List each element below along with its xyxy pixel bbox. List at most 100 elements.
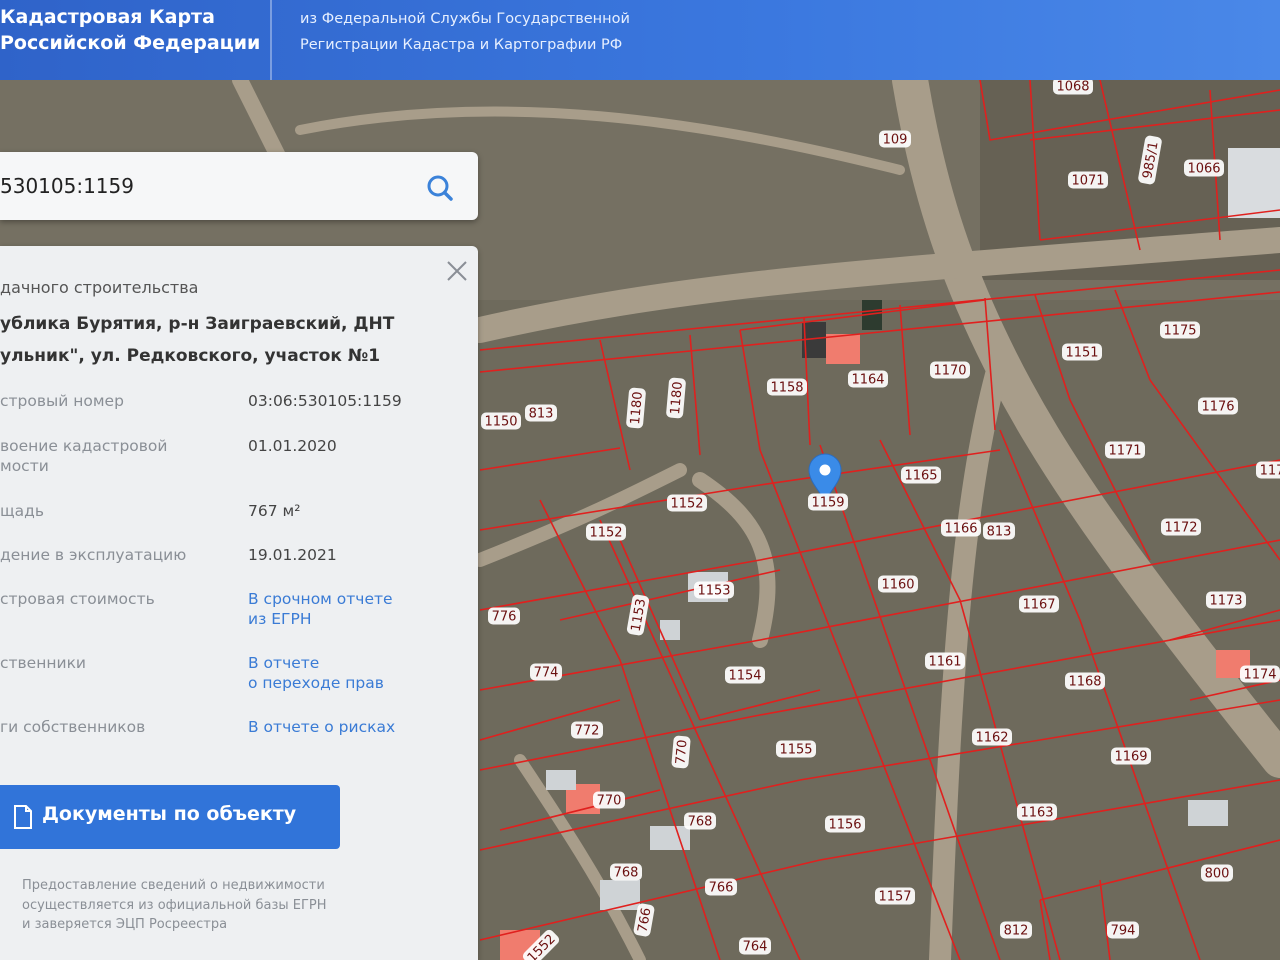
parcel-label-text: 1168 (1068, 675, 1101, 690)
parcel-label-text: 1156 (828, 818, 861, 833)
parcel-label[interactable]: 1164 (848, 370, 888, 388)
parcel-label-text: 1071 (1071, 174, 1104, 189)
parcel-label[interactable]: 1150 (481, 412, 521, 430)
document-icon (14, 805, 32, 829)
parcel-label-text: 800 (1205, 867, 1230, 882)
site-title[interactable]: Кадастровая Карта Российской Федерации (0, 4, 260, 56)
parcel-label[interactable]: 768 (610, 863, 642, 881)
row-label-cadastral-value: стровая стоимость (0, 590, 155, 608)
parcel-label[interactable]: 1174 (1240, 665, 1280, 683)
address-line1: ублика Бурятия, р-н Заиграевский, ДНТ (0, 314, 395, 334)
parcel-label[interactable]: 1171 (1105, 441, 1145, 459)
site-subtitle: из Федеральной Службы Государственной Ре… (300, 6, 630, 58)
search-box (0, 152, 478, 220)
row-label-assignment-date: воение кадастровой мости (0, 436, 230, 476)
cadastral-value-link-line2: из ЕГРН (248, 610, 312, 628)
parcel-label-text: 1175 (1163, 324, 1196, 339)
search-icon[interactable] (420, 170, 460, 206)
parcel-label[interactable]: 1153 (694, 581, 734, 599)
parcel-label-text: 1180 (628, 391, 646, 425)
parcel-label[interactable]: 1176 (1198, 397, 1238, 415)
parcel-label[interactable]: 1162 (972, 728, 1012, 746)
parcel-label[interactable]: 1152 (667, 494, 707, 512)
parcel-label-text: 1171 (1108, 444, 1141, 459)
parcel-label-text: 776 (492, 610, 517, 625)
row-label-owners: ственники (0, 654, 86, 672)
parcel-label-text: 764 (743, 940, 768, 955)
parcel-label-text: 1158 (770, 381, 803, 396)
row-label-cadastral-number: стровый номер (0, 392, 124, 410)
parcel-label[interactable]: 1167 (1019, 595, 1059, 613)
parcel-label[interactable]: 1161 (925, 652, 965, 670)
parcel-label-text: 772 (575, 724, 600, 739)
footnote-line3: и заверяется ЭЦП Росреестра (22, 917, 228, 932)
row-value-assignment-date: 01.01.2020 (248, 437, 337, 455)
owners-link-line2: о переходе прав (248, 674, 384, 692)
parcel-label[interactable]: 768 (684, 812, 716, 830)
parcel-label-text: 1155 (779, 743, 812, 758)
parcel-label-text: 1167 (1022, 598, 1055, 613)
parcel-label[interactable]: 117 (1256, 461, 1280, 479)
parcel-label-text: 794 (1111, 924, 1136, 939)
parcel-label[interactable]: 1168 (1065, 672, 1105, 690)
parcel-label[interactable]: 1170 (930, 361, 970, 379)
parcel-label[interactable]: 1151 (1062, 343, 1102, 361)
parcel-label[interactable]: 1160 (878, 575, 918, 593)
parcel-label[interactable]: 800 (1201, 864, 1233, 882)
parcel-label[interactable]: 1173 (1206, 591, 1246, 609)
parcel-label[interactable]: 1175 (1160, 321, 1200, 339)
cadastral-value-link-line1: В срочном отчете (248, 590, 393, 608)
parcel-label[interactable]: 1157 (875, 887, 915, 905)
parcel-label-text: 117 (1260, 464, 1280, 479)
parcel-label[interactable]: 1165 (901, 466, 941, 484)
parcel-label[interactable]: 770 (593, 791, 625, 809)
owners-link[interactable]: В отчете о переходе прав (248, 653, 468, 693)
parcel-label[interactable]: 812 (1000, 921, 1032, 939)
parcel-label[interactable]: 1155 (776, 740, 816, 758)
row-label-commissioning: дение в эксплуатацию (0, 546, 187, 564)
parcel-label[interactable]: 766 (705, 878, 737, 896)
owner-risks-link[interactable]: В отчете о рисках (248, 717, 468, 737)
parcel-label[interactable]: 1156 (825, 815, 865, 833)
search-input[interactable] (0, 166, 400, 206)
parcel-label[interactable]: 770 (671, 735, 691, 769)
parcel-label[interactable]: 764 (739, 937, 771, 955)
parcel-label[interactable]: 813 (983, 522, 1015, 540)
parcel-label[interactable]: 813 (525, 404, 557, 422)
parcel-label-text: 1151 (1065, 346, 1098, 361)
parcel-label[interactable]: 776 (488, 607, 520, 625)
parcel-label[interactable]: 1152 (586, 523, 626, 541)
parcel-label[interactable]: 1159 (808, 493, 848, 511)
parcel-label[interactable]: 1163 (1017, 803, 1057, 821)
documents-button[interactable]: Документы по объекту (0, 785, 340, 849)
close-icon[interactable] (444, 258, 470, 284)
parcel-label-text: 1154 (728, 669, 761, 684)
parcel-label[interactable]: 1154 (725, 666, 765, 684)
parcel-label[interactable]: 1166 (941, 519, 981, 537)
parcel-label-text: 1150 (484, 415, 517, 430)
site-subtitle-line1: из Федеральной Службы Государственной (300, 11, 630, 27)
parcel-label[interactable]: 772 (571, 721, 603, 739)
row-label-owner-risks: ги собственников (0, 718, 146, 736)
parcel-label[interactable]: 774 (530, 663, 562, 681)
site-title-line2: Российской Федерации (0, 32, 261, 54)
parcel-label[interactable]: 1180 (626, 387, 646, 429)
parcel-label[interactable]: 1158 (767, 378, 807, 396)
parcel-label[interactable]: 1172 (1161, 518, 1201, 536)
parcel-label-text: 1163 (1020, 806, 1053, 821)
row-label-assignment-date-line1: воение кадастровой (0, 437, 168, 455)
parcel-label[interactable]: 1169 (1111, 747, 1151, 765)
parcel-label-text: 1166 (944, 522, 977, 537)
parcel-label[interactable]: 109 (879, 130, 911, 148)
parcel-label[interactable]: 1071 (1068, 171, 1108, 189)
parcel-label[interactable]: 794 (1107, 921, 1139, 939)
parcel-label[interactable]: 1068 (1053, 80, 1093, 95)
parcel-label-text: 774 (534, 666, 559, 681)
cadastral-value-link[interactable]: В срочном отчете из ЕГРН (248, 589, 468, 629)
parcel-label[interactable]: 1066 (1184, 159, 1224, 177)
parcel-label-text: 1165 (904, 469, 937, 484)
parcel-label-text: 1159 (811, 496, 844, 511)
parcel-label-text: 812 (1004, 924, 1029, 939)
parcel-label[interactable]: 1180 (666, 377, 686, 419)
parcel-label-text: 1173 (1209, 594, 1242, 609)
